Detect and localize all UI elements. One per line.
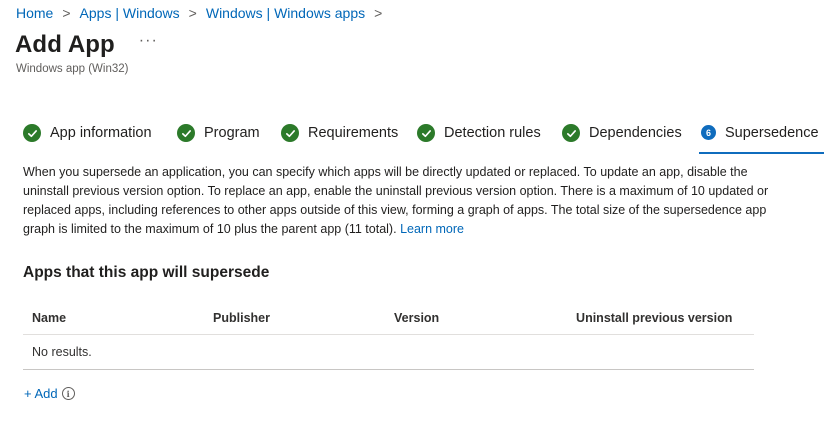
learn-more-link[interactable]: Learn more bbox=[400, 222, 464, 236]
section-title: Apps that this app will supersede bbox=[23, 264, 270, 281]
checkmark-icon bbox=[23, 124, 41, 142]
add-button[interactable]: + Add i bbox=[24, 386, 75, 401]
empty-results-row: No results. bbox=[23, 335, 754, 370]
chevron-right-icon: > bbox=[374, 5, 383, 21]
table-header: Name Publisher Version Uninstall previou… bbox=[23, 301, 754, 335]
column-header-uninstall-previous-version: Uninstall previous version bbox=[576, 310, 733, 325]
breadcrumb-apps-windows[interactable]: Apps | Windows bbox=[80, 5, 180, 21]
title-row: Add App ··· bbox=[15, 31, 158, 59]
checkmark-icon bbox=[281, 124, 299, 142]
tab-detection-rules[interactable]: Detection rules bbox=[417, 122, 541, 152]
supersede-apps-table: Name Publisher Version Uninstall previou… bbox=[23, 301, 754, 370]
chevron-right-icon: > bbox=[188, 5, 197, 21]
page-subtitle: Windows app (Win32) bbox=[16, 63, 129, 75]
tab-label: Dependencies bbox=[589, 125, 682, 141]
tab-label: Supersedence bbox=[725, 125, 819, 141]
add-label: + Add bbox=[24, 386, 58, 401]
breadcrumb: Home > Apps | Windows > Windows | Window… bbox=[16, 5, 391, 21]
column-header-publisher: Publisher bbox=[213, 310, 270, 325]
tab-app-information[interactable]: App information bbox=[23, 122, 152, 152]
step-number-badge: 6 bbox=[701, 125, 716, 140]
info-icon[interactable]: i bbox=[61, 387, 75, 400]
column-header-name: Name bbox=[32, 310, 67, 325]
tab-dependencies[interactable]: Dependencies bbox=[562, 122, 682, 152]
description-text: When you supersede an application, you c… bbox=[23, 165, 769, 236]
supersedence-description: When you supersede an application, you c… bbox=[23, 163, 793, 239]
tab-label: Program bbox=[204, 125, 260, 141]
tab-label: Requirements bbox=[308, 125, 399, 141]
tab-label: Detection rules bbox=[444, 125, 541, 141]
page-title: Add App bbox=[15, 31, 115, 58]
tab-program[interactable]: Program bbox=[177, 122, 260, 152]
tab-label: App information bbox=[50, 125, 152, 141]
column-header-version: Version bbox=[394, 310, 440, 325]
checkmark-icon bbox=[417, 124, 435, 142]
chevron-right-icon: > bbox=[62, 5, 71, 21]
tab-supersedence[interactable]: 6 Supersedence bbox=[699, 122, 824, 154]
more-options-icon[interactable]: ··· bbox=[139, 32, 158, 50]
tab-requirements[interactable]: Requirements bbox=[281, 122, 398, 152]
breadcrumb-windows-apps[interactable]: Windows | Windows apps bbox=[206, 5, 365, 21]
checkmark-icon bbox=[177, 124, 195, 142]
breadcrumb-home[interactable]: Home bbox=[16, 5, 53, 21]
wizard-tabs: App information Program Requirements Det… bbox=[0, 122, 824, 154]
checkmark-icon bbox=[562, 124, 580, 142]
